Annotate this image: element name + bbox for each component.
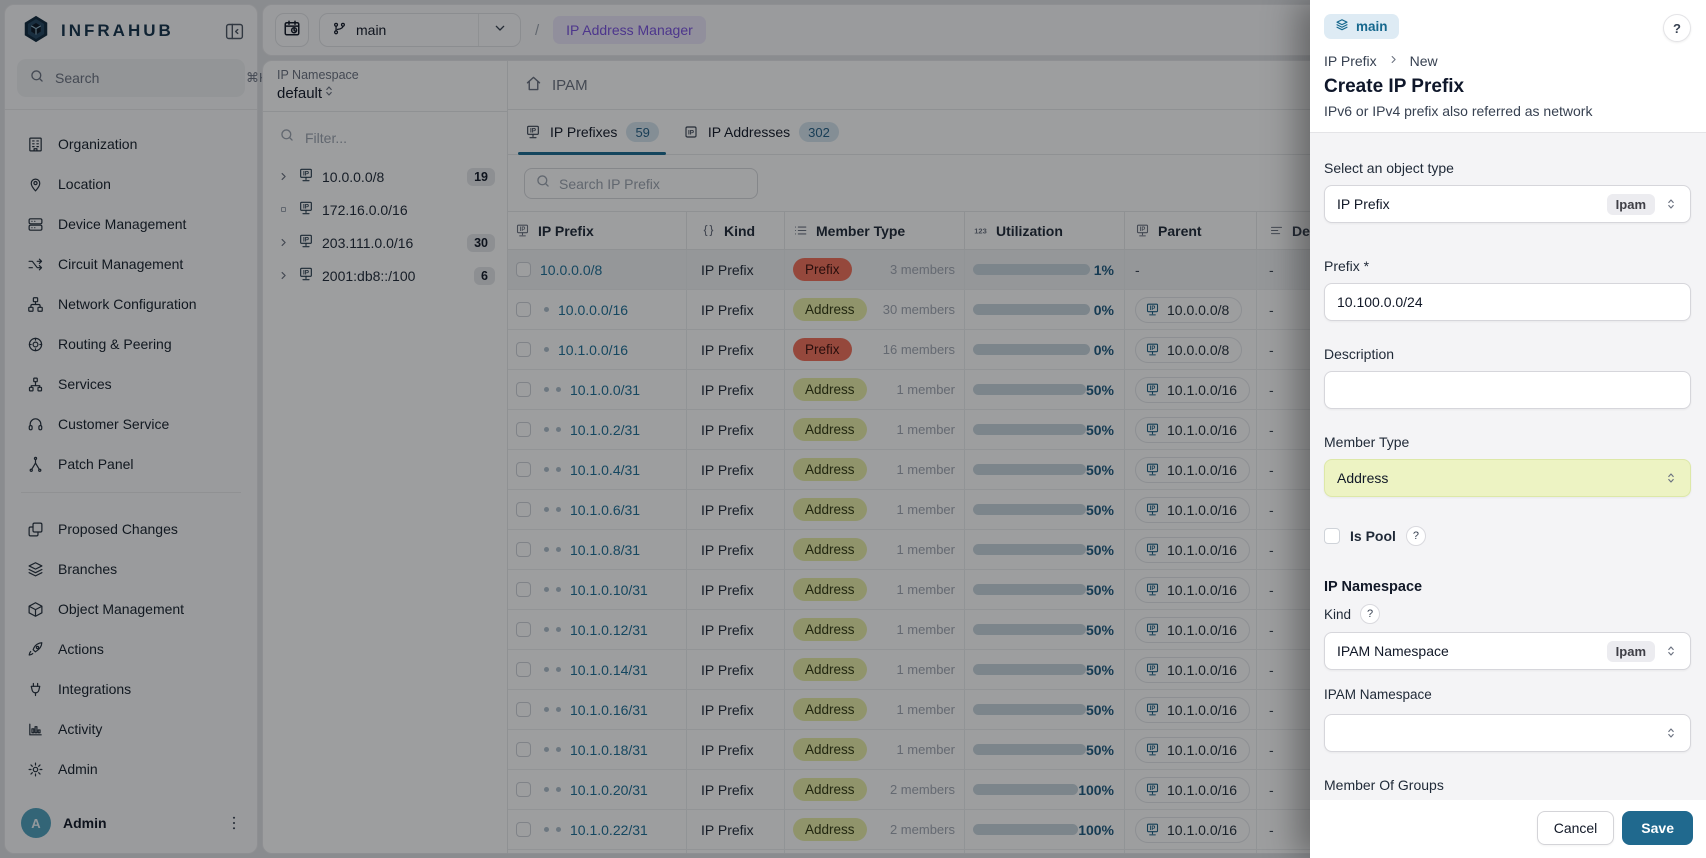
chevrons-up-down-icon: [1664, 471, 1678, 485]
prefix-field: [1324, 283, 1691, 321]
kind-value: IPAM Namespace: [1337, 643, 1449, 659]
prefix-input[interactable]: [1337, 294, 1678, 310]
chevrons-up-down-icon: [1664, 726, 1678, 740]
description-field-label: Description: [1324, 346, 1691, 362]
object-type-label: Select an object type: [1324, 160, 1691, 176]
chevrons-up-down-icon: [1664, 197, 1678, 211]
create-prefix-drawer: main ? IP Prefix New Create IP Prefix IP…: [1310, 0, 1706, 858]
kind-label: Kind: [1324, 607, 1351, 622]
is-pool-label: Is Pool: [1350, 528, 1396, 544]
chevrons-up-down-icon: [1664, 197, 1678, 211]
description-input[interactable]: [1337, 382, 1678, 398]
drawer-footer: Cancel Save: [1310, 800, 1706, 858]
layers-icon: [1335, 18, 1349, 32]
chevron-right-icon: [1387, 53, 1400, 66]
prefix-field-label: Prefix *: [1324, 258, 1691, 274]
member-type-select[interactable]: Address: [1324, 459, 1691, 497]
drawer-title: Create IP Prefix: [1324, 76, 1691, 98]
drawer-branch-name: main: [1356, 19, 1388, 34]
ip-namespace-section-title: IP Namespace: [1324, 579, 1691, 595]
chevrons-up-down-icon: [1664, 471, 1678, 485]
drawer-header: main ? IP Prefix New Create IP Prefix IP…: [1310, 0, 1706, 132]
modal-overlay[interactable]: [0, 0, 1310, 858]
member-type-label: Member Type: [1324, 434, 1691, 450]
ipam-namespace-select[interactable]: [1324, 714, 1691, 752]
is-pool-help-icon[interactable]: ?: [1406, 526, 1426, 546]
description-field: [1324, 371, 1691, 409]
chevrons-up-down-icon: [1664, 644, 1678, 658]
layers-icon: [1335, 18, 1349, 35]
kind-select[interactable]: IPAM Namespace Ipam: [1324, 632, 1691, 670]
help-button[interactable]: ?: [1663, 14, 1691, 42]
drawer-form: Select an object type IP Prefix Ipam Pre…: [1310, 132, 1706, 800]
object-type-kind-badge: Ipam: [1607, 194, 1655, 215]
chevron-right-icon: [1387, 53, 1400, 69]
cancel-button[interactable]: Cancel: [1537, 811, 1615, 845]
ipam-namespace-label: IPAM Namespace: [1324, 687, 1691, 702]
breadcrumb-current: New: [1410, 53, 1438, 69]
object-type-select[interactable]: IP Prefix Ipam: [1324, 185, 1691, 223]
object-type-value: IP Prefix: [1337, 196, 1390, 212]
drawer-breadcrumb: IP Prefix New: [1324, 53, 1691, 69]
member-of-groups-label: Member Of Groups: [1324, 777, 1691, 793]
kind-kind-badge: Ipam: [1607, 641, 1655, 662]
is-pool-checkbox[interactable]: [1324, 528, 1340, 544]
kind-help-icon[interactable]: ?: [1360, 604, 1380, 624]
drawer-branch-badge: main: [1324, 14, 1399, 39]
app-root: INFRAHUB ⌘K OrganizationLocationDevice M…: [0, 0, 1706, 858]
drawer-subtitle: IPv6 or IPv4 prefix also referred as net…: [1324, 103, 1691, 119]
chevrons-up-down-icon: [1664, 644, 1678, 658]
breadcrumb-parent[interactable]: IP Prefix: [1324, 53, 1377, 69]
member-type-value: Address: [1337, 470, 1388, 486]
save-button[interactable]: Save: [1622, 811, 1693, 845]
chevrons-up-down-icon: [1664, 726, 1678, 740]
